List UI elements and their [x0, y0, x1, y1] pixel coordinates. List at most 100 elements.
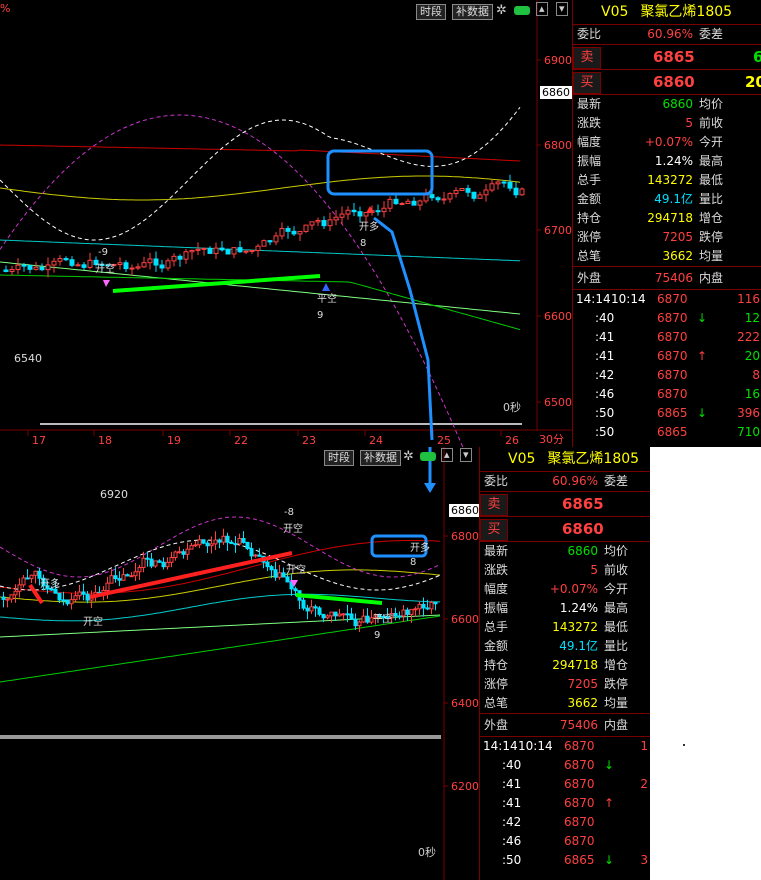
candle-body	[243, 250, 249, 253]
candle-body	[105, 582, 110, 592]
candle-body	[321, 220, 327, 227]
tick-row[interactable]: :41 6870 222	[573, 328, 761, 347]
down-arrow-icon[interactable]: ▾	[556, 2, 568, 16]
up-arrow-icon[interactable]: ▴	[441, 448, 453, 462]
stat-label: 总笔	[484, 696, 509, 710]
candle-body	[157, 560, 162, 563]
period-label[interactable]: 30分	[539, 431, 564, 447]
sell-row[interactable]: 卖 6865 6	[573, 44, 761, 70]
sell-row[interactable]: 卖 6865	[480, 491, 650, 517]
candle-body	[441, 198, 447, 201]
tick-row[interactable]: :40 6870 ↓ 12	[573, 309, 761, 328]
tick-volume: 8	[752, 368, 760, 382]
contract-code: V05	[508, 451, 536, 467]
current-price-tag: 6860	[449, 504, 479, 517]
candle-body	[483, 189, 489, 196]
tick-row[interactable]: 14:14 10:14 6870 1	[480, 737, 650, 756]
stat-label: 涨停	[577, 230, 602, 244]
candle-body	[353, 618, 358, 627]
candle-body	[501, 181, 507, 184]
down-arrow-icon[interactable]: ▾	[460, 448, 472, 462]
candle-body	[495, 181, 501, 185]
candle-body	[269, 566, 274, 571]
tick-row[interactable]: :41 6870 2	[480, 775, 650, 794]
candle-body	[147, 258, 153, 264]
tick-row[interactable]: :41 6870 ↑	[480, 794, 650, 813]
link-icon[interactable]	[514, 6, 530, 15]
quote-stat-row: 总笔 3662 均量	[573, 247, 761, 266]
candle-body	[241, 537, 246, 543]
tick-row[interactable]: :41 6870 ↑ 20	[573, 347, 761, 366]
time-period-button[interactable]: 时段	[416, 4, 446, 20]
candle-body	[333, 611, 338, 617]
up-arrow-icon[interactable]: ▴	[536, 2, 548, 16]
stat-label: 持仓	[577, 211, 602, 225]
tick-row[interactable]: :42 6870 8	[573, 366, 761, 385]
candle-body	[291, 230, 297, 235]
price-axis-label: 6800	[451, 530, 479, 543]
tick-direction-arrow-icon: ↓	[697, 406, 708, 420]
bottom-quote-panel: V05 聚氯乙烯1805 委比 60.96% 委差 卖 6865 买 6860 最新 686…	[479, 447, 650, 880]
tick-row[interactable]: :50 6865 ↓ 396	[573, 404, 761, 423]
tick-list[interactable]: 14:14 10:14 6870 116:40 6870 ↓ 12:41 6870 222:41…	[573, 289, 761, 442]
pingkong-marker	[322, 283, 330, 291]
candle-body	[309, 606, 314, 612]
candle-body	[267, 240, 273, 243]
tick-volume: 12	[744, 311, 760, 325]
stat-label-2: 跌停	[604, 677, 629, 691]
top-kline-chart[interactable]: 6900 6800 6700 6600 6500 17 18 19 22 23 24 25 26 6540…	[0, 0, 572, 447]
fill-data-button[interactable]: 补数据	[452, 4, 493, 20]
quote-stat-row: 振幅 1.24% 最高	[573, 152, 761, 171]
tick-row[interactable]: :46 6870 16	[573, 385, 761, 404]
gear-icon[interactable]: ✲	[496, 3, 507, 18]
tick-row[interactable]: :40 6870 ↓	[480, 756, 650, 775]
candle-body	[303, 224, 309, 232]
gear-icon[interactable]: ✲	[403, 449, 414, 464]
tick-row[interactable]: :46 6870	[480, 832, 650, 851]
candle-body	[341, 613, 346, 616]
candle-body	[121, 574, 126, 581]
candle-body	[153, 560, 158, 567]
tick-row[interactable]: 14:14 10:14 6870 116	[573, 290, 761, 309]
buy-row[interactable]: 买 6860	[480, 517, 650, 542]
candle-body	[133, 571, 138, 577]
link-icon[interactable]	[420, 452, 436, 461]
quote-stat-row: 幅度 +0.07% 今开	[480, 580, 650, 599]
tick-row[interactable]: :42 6870	[480, 813, 650, 832]
tick-list[interactable]: 14:14 10:14 6870 1:40 6870 ↓:41 6870 2:41 6870 ↑:…	[480, 736, 650, 870]
time-period-button[interactable]: 时段	[324, 450, 354, 466]
bottom-kline-chart[interactable]: 6800 6600 6400 6200 6920 开多 开空 开空 开空 平空 9 开多 8 -8 时段 …	[0, 447, 479, 880]
candle-body	[423, 194, 429, 202]
tick-price: 6870	[657, 311, 688, 325]
stray-dot	[683, 744, 685, 746]
red-trendline-2	[89, 551, 293, 599]
candle-body	[429, 601, 434, 610]
candle-body	[1, 596, 6, 600]
tick-time: 14:14	[483, 739, 518, 753]
weibi-label: 委比	[484, 474, 509, 488]
candle-body	[325, 615, 330, 619]
price-axis-label: 6600	[544, 310, 572, 323]
inner-label: 内盘	[699, 271, 724, 285]
quote-stat-row: 涨跌 5 前收	[480, 561, 650, 580]
candle-body	[417, 603, 422, 610]
date-axis-label: 18	[98, 434, 112, 447]
num-minus8-label: -8	[284, 507, 294, 518]
fill-data-button[interactable]: 补数据	[360, 450, 401, 466]
price-axis-label: 6200	[451, 780, 479, 793]
stat-label-2: 量比	[699, 192, 724, 206]
stat-label-2: 均量	[604, 696, 629, 710]
buy-row[interactable]: 买 6860 20	[573, 70, 761, 95]
candle-body	[17, 584, 22, 592]
tick-time: :50	[502, 853, 522, 867]
candle-body	[195, 248, 201, 251]
tick-row[interactable]: :50 6865 ↓ 3	[480, 851, 650, 870]
current-price-tag: 6860	[540, 86, 572, 99]
candle-body	[313, 606, 318, 609]
candle-body	[165, 561, 170, 568]
tick-row[interactable]: :50 6865 710	[573, 423, 761, 442]
candle-body	[221, 535, 226, 543]
candle-body	[519, 188, 525, 196]
candle-body	[245, 541, 250, 550]
stat-label-2: 最高	[604, 601, 629, 615]
